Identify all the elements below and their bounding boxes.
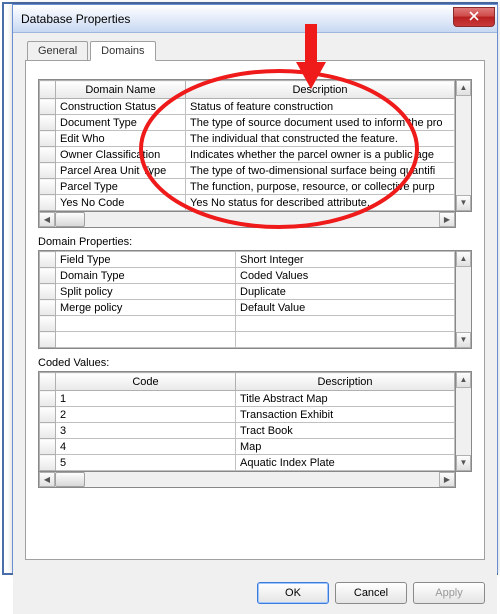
table-row[interactable]: Field TypeShort Integer [40,252,455,268]
table-row[interactable]: Document TypeThe type of source document… [40,115,455,131]
row-header-corner [40,373,56,391]
col-description[interactable]: Description [186,81,455,99]
table-row[interactable]: Construction StatusStatus of feature con… [40,99,455,115]
domain-properties-grid[interactable]: Field TypeShort Integer Domain TypeCoded… [38,250,456,349]
table-row[interactable]: Parcel TypeThe function, purpose, resour… [40,179,455,195]
table-row[interactable]: Merge policyDefault Value [40,300,455,316]
coded-values-grid[interactable]: Code Description 1Title Abstract Map 2Tr… [38,371,456,472]
ok-button[interactable]: OK [257,582,329,604]
row-header-corner [40,81,56,99]
cancel-button[interactable]: Cancel [335,582,407,604]
table-row[interactable]: Owner ClassificationIndicates whether th… [40,147,455,163]
domains-grid[interactable]: Domain Name Description Construction Sta… [38,79,456,212]
scroll-down-icon[interactable]: ▼ [456,332,471,348]
table-row[interactable] [40,332,455,348]
coded-values-label: Coded Values: [38,357,472,369]
dialog-window: Database Properties General Domains [12,4,498,573]
horizontal-scrollbar[interactable]: ◀ ▶ [38,472,456,488]
scroll-thumb[interactable] [55,212,85,227]
scroll-down-icon[interactable]: ▼ [456,195,471,211]
table-row[interactable]: Edit WhoThe individual that constructed … [40,131,455,147]
table-row[interactable]: 5Aquatic Index Plate [40,455,455,471]
close-button[interactable] [453,7,495,27]
table-row[interactable] [40,316,455,332]
scroll-up-icon[interactable]: ▲ [456,251,471,267]
col-code[interactable]: Code [56,373,236,391]
table-row[interactable]: 4Map [40,439,455,455]
table-row[interactable]: Domain TypeCoded Values [40,268,455,284]
tab-panel: Domain Name Description Construction Sta… [25,60,485,560]
tab-domains[interactable]: Domains [90,41,155,61]
domain-properties-label: Domain Properties: [38,236,472,248]
scroll-thumb[interactable] [55,472,85,487]
tab-general[interactable]: General [27,41,88,61]
apply-button[interactable]: Apply [413,582,485,604]
table-row[interactable]: Split policyDuplicate [40,284,455,300]
close-icon [469,11,479,21]
tab-strip: General Domains [27,41,485,61]
domains-grid-wrap: Domain Name Description Construction Sta… [38,79,472,212]
col-domain-name[interactable]: Domain Name [56,81,186,99]
vertical-scrollbar[interactable]: ▲ ▼ [456,371,472,472]
coded-values-grid-wrap: Code Description 1Title Abstract Map 2Tr… [38,371,472,472]
domain-properties-grid-wrap: Field TypeShort Integer Domain TypeCoded… [38,250,472,349]
col-cv-description[interactable]: Description [236,373,455,391]
scroll-down-icon[interactable]: ▼ [456,455,471,471]
scroll-up-icon[interactable]: ▲ [456,372,471,388]
titlebar: Database Properties [13,5,497,33]
scroll-left-icon[interactable]: ◀ [39,472,55,487]
horizontal-scrollbar[interactable]: ◀ ▶ [38,212,456,228]
table-row[interactable]: Yes No CodeYes No status for described a… [40,195,455,211]
scroll-up-icon[interactable]: ▲ [456,80,471,96]
scroll-right-icon[interactable]: ▶ [439,472,455,487]
dialog-buttons: OK Cancel Apply [13,572,497,614]
table-row[interactable]: Parcel Area Unit TypeThe type of two-dim… [40,163,455,179]
vertical-scrollbar[interactable]: ▲ ▼ [456,250,472,349]
scroll-right-icon[interactable]: ▶ [439,212,455,227]
table-row[interactable]: 3Tract Book [40,423,455,439]
scroll-left-icon[interactable]: ◀ [39,212,55,227]
table-row[interactable]: 1Title Abstract Map [40,391,455,407]
vertical-scrollbar[interactable]: ▲ ▼ [456,79,472,212]
window-title: Database Properties [21,12,130,26]
table-row[interactable]: 2Transaction Exhibit [40,407,455,423]
